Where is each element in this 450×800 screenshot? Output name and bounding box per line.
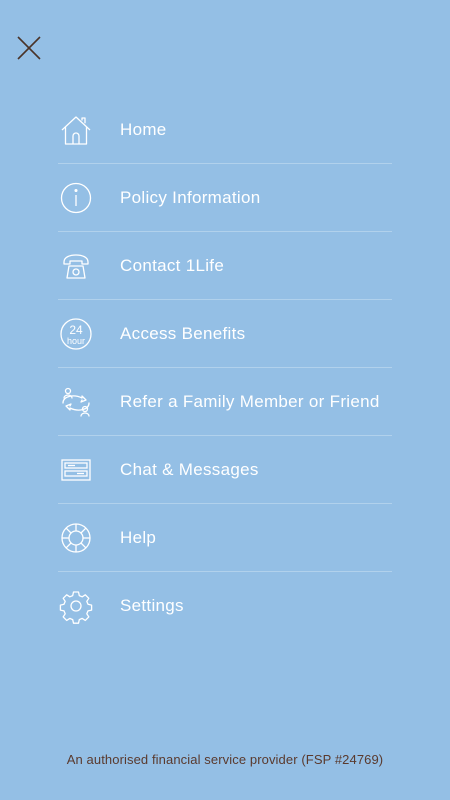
- home-icon: [58, 112, 94, 148]
- refer-icon: [58, 384, 94, 420]
- chat-icon: [58, 452, 94, 488]
- menu-item-policy-information[interactable]: Policy Information: [58, 164, 392, 232]
- menu-label-contact: Contact 1Life: [120, 255, 225, 275]
- menu-label-home: Home: [120, 119, 167, 139]
- footer-disclaimer: An authorised financial service provider…: [66, 752, 384, 767]
- gear-icon: [58, 588, 94, 624]
- menu-label-refer: Refer a Family Member or Friend: [120, 391, 380, 411]
- menu-item-access-benefits[interactable]: 24 hour Access Benefits: [58, 300, 392, 368]
- menu-label-settings: Settings: [120, 595, 184, 615]
- telephone-icon: [58, 248, 94, 284]
- menu-label-policy-information: Policy Information: [120, 187, 261, 207]
- close-icon: [17, 36, 41, 60]
- 24-hour-icon: 24 hour: [58, 316, 94, 352]
- svg-text:24: 24: [69, 323, 83, 337]
- info-icon: [58, 180, 94, 216]
- menu-item-refer[interactable]: Refer a Family Member or Friend: [58, 368, 392, 436]
- svg-text:hour: hour: [67, 336, 85, 346]
- lifebuoy-icon: [58, 520, 94, 556]
- menu-item-settings[interactable]: Settings: [58, 572, 392, 639]
- menu-item-chat-messages[interactable]: Chat & Messages: [58, 436, 392, 504]
- menu-label-access-benefits: Access Benefits: [120, 323, 246, 343]
- menu-item-contact[interactable]: Contact 1Life: [58, 232, 392, 300]
- menu-item-help[interactable]: Help: [58, 504, 392, 572]
- menu-label-chat-messages: Chat & Messages: [120, 459, 259, 479]
- menu-item-home[interactable]: Home: [58, 96, 392, 164]
- menu-label-help: Help: [120, 527, 157, 547]
- close-button[interactable]: [14, 33, 44, 63]
- side-menu: Home Policy Information Contact 1Life 24: [58, 96, 392, 639]
